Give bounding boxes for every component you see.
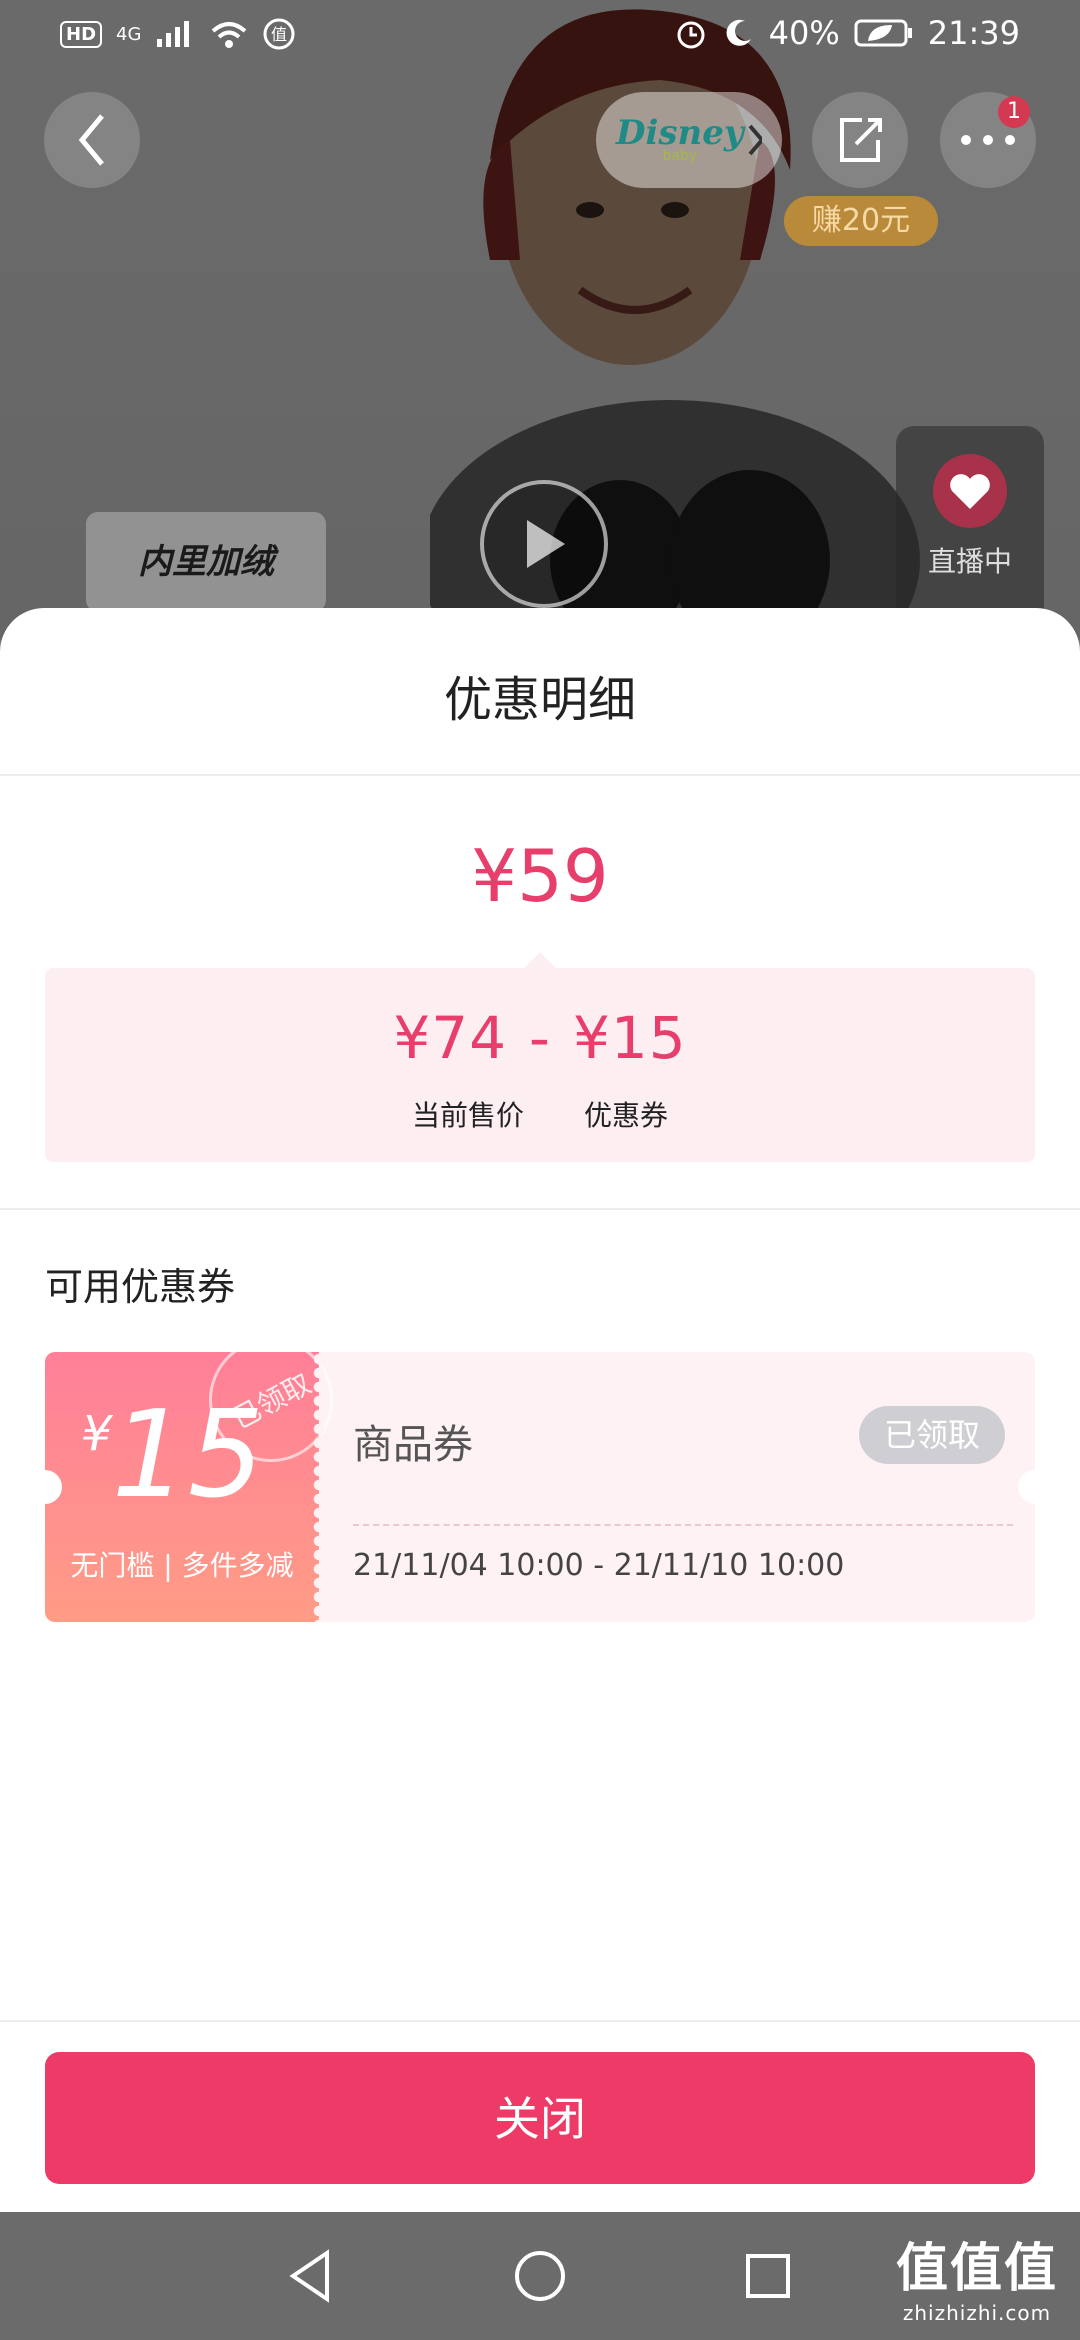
nav-recents-button[interactable] [738,2246,798,2306]
moon-icon [726,19,751,46]
video-play-button[interactable] [480,480,608,608]
battery-icon [854,19,912,47]
status-bar: HD 4G 值 40% 21:39 [0,0,1080,74]
coupon-validity: 21/11/04 10:00 - 21/11/10 10:00 [353,1548,845,1583]
nav-back-button[interactable] [280,2246,340,2306]
svg-text:值: 值 [271,25,287,44]
coupon-card[interactable]: ¥15 无门槛 | 多件多减 已领取 商品券 已领取 21/11/04 10:0… [45,1352,1035,1622]
coupon-condition: 无门槛 | 多件多减 [70,1549,294,1582]
current-price-label: 当前售价 [411,1099,524,1132]
app-notification-icon: 值 [263,18,295,50]
discount-detail-sheet: 优惠明细 ¥59 ¥74- ¥15 当前售价 优惠券 可用优惠券 ¥15 无门槛 |… [0,608,1080,2212]
calc-values: ¥74- ¥15 [45,1004,1035,1072]
close-button[interactable]: 关闭 [45,2052,1035,2184]
feature-tag: 内里加绒 [86,512,326,612]
hd-indicator: HD [60,20,103,48]
battery-percent: 40% [768,14,840,52]
alarm-icon [677,21,705,49]
coupon-status-badge: 已领取 [859,1406,1005,1464]
back-button[interactable] [44,92,140,188]
current-price: ¥74 [393,1004,508,1072]
coupon-value-panel: ¥15 无门槛 | 多件多减 已领取 [45,1352,355,1622]
system-nav-bar: 值值值 zhizhizhi.com [0,2212,1080,2340]
chevron-left-icon [78,114,104,166]
network-indicator: 4G [116,23,142,45]
chevron-right-icon [748,124,762,156]
square-recents-icon [746,2254,790,2298]
nav-home-button[interactable] [510,2246,570,2306]
footer-divider [0,2020,1080,2022]
coupon-deduction: ¥15 [572,1004,687,1072]
heart-icon [933,454,1007,528]
play-icon [527,520,565,568]
clock: 21:39 [927,14,1020,52]
coupon-dashed-divider [353,1524,1013,1526]
sheet-title: 优惠明细 [443,672,636,728]
title-divider [0,774,1080,776]
share-icon [840,118,882,162]
more-dots-icon [961,135,1015,145]
notification-badge: 1 [998,96,1030,128]
brand-logo: Disney baby [616,113,744,164]
circle-home-icon [515,2251,565,2301]
share-button[interactable] [812,92,908,188]
coupon-name: 商品券 [353,1422,473,1468]
signal-icon [157,21,190,47]
section-divider [0,1208,1080,1210]
coupon-label: 优惠券 [584,1099,669,1132]
triangle-back-icon [289,2249,329,2303]
live-label: 直播中 [927,545,1012,578]
calc-labels: 当前售价 优惠券 [45,1094,1035,1134]
available-coupons-heading: 可用优惠券 [45,1265,236,1309]
earn-reward-tag[interactable]: 赚20元 [784,196,938,246]
coupon-notch-right [1018,1470,1052,1504]
price-calculation: ¥74- ¥15 当前售价 优惠券 [45,968,1035,1162]
site-watermark: 值值值 zhizhizhi.com [895,2239,1058,2325]
brand-store-button[interactable]: Disney baby [596,92,782,188]
wifi-icon [212,22,247,48]
live-stream-entry[interactable]: 直播中 [896,426,1044,626]
coupon-notch-left [28,1470,62,1504]
minus-sign: - [529,1004,551,1072]
final-price: ¥59 [471,834,609,918]
